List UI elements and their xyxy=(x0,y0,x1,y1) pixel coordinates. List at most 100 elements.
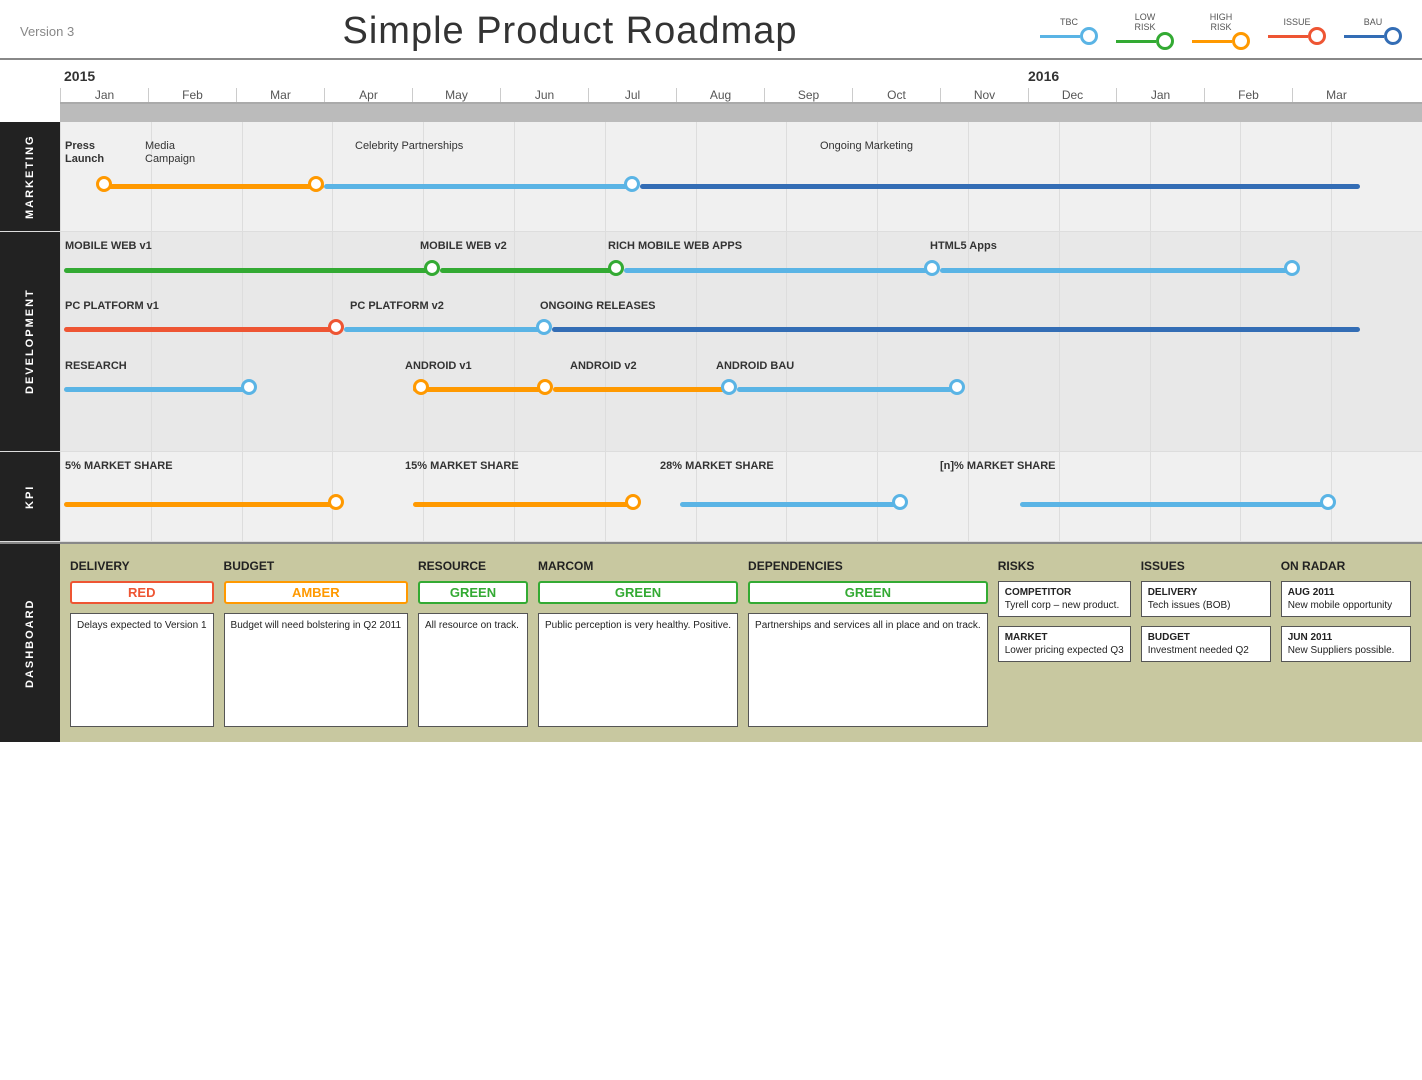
android-v2-label: ANDROID v2 xyxy=(570,360,637,372)
dev-grid-13 xyxy=(1150,232,1241,451)
issue-budget: BUDGET Investment needed Q2 xyxy=(1141,626,1271,662)
month-jan-2016: Jan xyxy=(1116,88,1204,102)
dependencies-text: Partnerships and services all in place a… xyxy=(748,613,988,727)
kpi-15pct-label: 15% MARKET SHARE xyxy=(405,460,519,472)
delivery-text: Delays expected to Version 1 xyxy=(70,613,214,727)
kpi-5pct-label: 5% MARKET SHARE xyxy=(65,460,173,472)
legend-bau-line xyxy=(1344,35,1384,38)
dashboard-issues: ISSUES DELIVERY Tech issues (BOB) BUDGET… xyxy=(1141,559,1271,727)
kpi-section: KPI xyxy=(0,452,1422,542)
radar-jun-title: JUN 2011 xyxy=(1288,631,1404,644)
dashboard-delivery: DELIVERY RED Delays expected to Version … xyxy=(70,559,214,727)
legend-high-risk-row xyxy=(1192,32,1250,50)
kpi-grid-13 xyxy=(1150,452,1241,541)
dev-grid-9 xyxy=(786,232,877,451)
grid-7 xyxy=(605,122,696,231)
marketing-section: MARKETING xyxy=(0,122,1422,232)
kpi-bar1 xyxy=(64,502,336,507)
grid-2 xyxy=(151,122,242,231)
year-2016: 2016 xyxy=(1028,68,1059,84)
month-may: May xyxy=(412,88,500,102)
dashboard-risks: RISKS COMPETITOR Tyrell corp – new produ… xyxy=(998,559,1131,727)
kpi-dot2 xyxy=(625,494,641,510)
dashboard-marcom: MARCOM GREEN Public perception is very h… xyxy=(538,559,738,727)
legend-issue: ISSUE xyxy=(1268,18,1326,46)
pc-platform-dot-jun xyxy=(536,319,552,335)
legend-bau-row xyxy=(1344,27,1402,45)
issue-budget-title: BUDGET xyxy=(1148,631,1264,644)
month-oct: Oct xyxy=(852,88,940,102)
marcom-text: Public perception is very healthy. Posit… xyxy=(538,613,738,727)
legend-low-risk-dot xyxy=(1156,32,1174,50)
legend: TBC LOWRISK HIGHRISK xyxy=(1040,13,1402,51)
month-mar: Mar xyxy=(236,88,324,102)
kpi-content: 5% MARKET SHARE 15% MARKET SHARE 28% MAR… xyxy=(60,452,1422,541)
development-content: MOBILE WEB v1 MOBILE WEB v2 RICH MOBILE … xyxy=(60,232,1422,451)
html5-bar xyxy=(940,268,1292,273)
pc-platform-v2-label: PC PLATFORM v2 xyxy=(350,300,444,312)
kpi-label: KPI xyxy=(0,452,60,541)
dashboard-label: DASHBOARD xyxy=(0,544,60,742)
grid-12 xyxy=(1059,122,1150,231)
dashboard-on-radar: ON RADAR AUG 2011 New mobile opportunity… xyxy=(1281,559,1411,727)
kpi-dot3 xyxy=(892,494,908,510)
grid-11 xyxy=(968,122,1059,231)
kpi-bar3 xyxy=(680,502,900,507)
mobile-web-dot-jun xyxy=(608,260,624,276)
timeline-area: 2015 2016 Jan Feb Mar Apr May Jun Jul Au… xyxy=(0,60,1422,542)
radar-aug: AUG 2011 New mobile opportunity xyxy=(1281,581,1411,617)
grid-14 xyxy=(1240,122,1331,231)
month-feb: Feb xyxy=(148,88,236,102)
marketing-dot-jun xyxy=(624,176,640,192)
research-dot xyxy=(241,379,257,395)
grid-5 xyxy=(423,122,514,231)
grid-13 xyxy=(1150,122,1241,231)
marketing-bar-blue xyxy=(640,184,1360,189)
kpi-dot4 xyxy=(1320,494,1336,510)
ongoing-releases-bar xyxy=(552,327,1360,332)
rich-mobile-label: RICH MOBILE WEB APPS xyxy=(608,240,742,252)
resource-header: RESOURCE xyxy=(418,559,528,573)
timeline-gray-bar xyxy=(60,104,1422,122)
grid-9 xyxy=(786,122,877,231)
dev-grid-15 xyxy=(1331,232,1422,451)
month-mar-2016: Mar xyxy=(1292,88,1380,102)
marketing-content: PressLaunch MediaCampaign Celebrity Part… xyxy=(60,122,1422,231)
android-v1-bar xyxy=(413,387,545,392)
budget-text: Budget will need bolstering in Q2 2011 xyxy=(224,613,408,727)
media-campaign-label: MediaCampaign xyxy=(145,140,195,166)
dashboard-resource: RESOURCE GREEN All resource on track. xyxy=(418,559,528,727)
legend-bau-label: BAU xyxy=(1364,18,1383,28)
kpi-28pct-label: 28% MARKET SHARE xyxy=(660,460,774,472)
legend-issue-label: ISSUE xyxy=(1283,18,1310,28)
dependencies-badge: GREEN xyxy=(748,581,988,604)
dev-grid-11 xyxy=(968,232,1059,451)
month-apr: Apr xyxy=(324,88,412,102)
mobile-web-bar2 xyxy=(440,268,616,273)
version-label: Version 3 xyxy=(20,24,90,39)
press-launch-label: PressLaunch xyxy=(65,140,104,166)
kpi-grid-9 xyxy=(786,452,877,541)
kpi-dot1 xyxy=(328,494,344,510)
month-jun: Jun xyxy=(500,88,588,102)
budget-header: BUDGET xyxy=(224,559,408,573)
issue-delivery: DELIVERY Tech issues (BOB) xyxy=(1141,581,1271,617)
mobile-web-bar1 xyxy=(64,268,432,273)
legend-issue-dot xyxy=(1308,27,1326,45)
risk-market-text: Lower pricing expected Q3 xyxy=(1005,644,1124,657)
legend-bau-dot xyxy=(1384,27,1402,45)
ongoing-releases-label: ONGOING RELEASES xyxy=(540,300,656,312)
legend-low-risk: LOWRISK xyxy=(1116,13,1174,51)
grid-15 xyxy=(1331,122,1422,231)
risk-market-title: MARKET xyxy=(1005,631,1124,644)
legend-high-risk: HIGHRISK xyxy=(1192,13,1250,51)
development-section: DEVELOPMENT xyxy=(0,232,1422,452)
dev-grid-10 xyxy=(877,232,968,451)
legend-tbc-label: TBC xyxy=(1060,18,1078,28)
pc-platform-dot-mar xyxy=(328,319,344,335)
budget-badge: AMBER xyxy=(224,581,408,604)
celebrity-partnerships-label: Celebrity Partnerships xyxy=(355,140,463,152)
pc-platform-v1-label: PC PLATFORM v1 xyxy=(65,300,159,312)
legend-tbc-row xyxy=(1040,27,1098,45)
android-bau-dot xyxy=(949,379,965,395)
